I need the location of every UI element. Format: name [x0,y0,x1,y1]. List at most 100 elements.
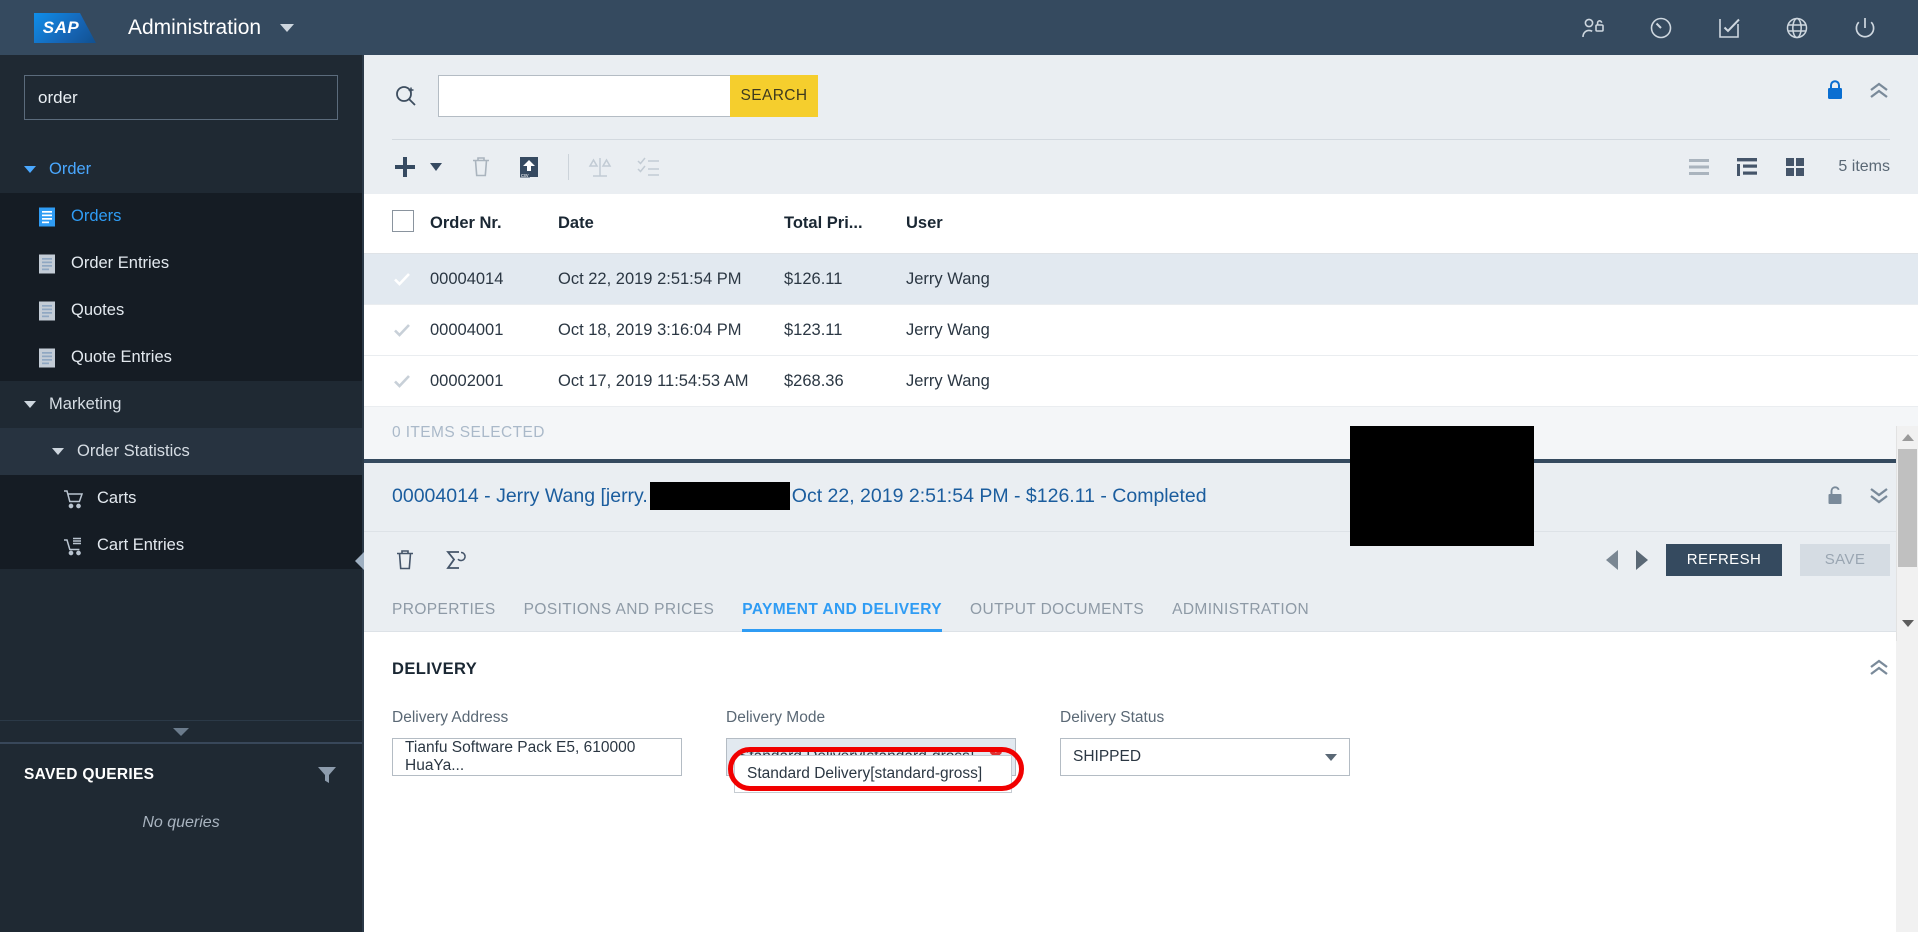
sidebar-spacer [0,569,362,720]
cell-order-nr: 00004001 [430,304,558,356]
unlock-icon[interactable] [1826,484,1844,511]
column-total-price[interactable]: Total Pri... [784,194,906,254]
document-icon [36,300,58,322]
next-record-button[interactable] [1636,549,1648,570]
sidebar-collapse-handle[interactable] [0,720,362,742]
checklist-icon[interactable] [1716,15,1742,41]
history-undo-icon[interactable] [1648,15,1674,41]
sidebar-group-order[interactable]: Order [0,146,362,193]
sidebar-search-input[interactable] [24,75,338,120]
cell-user: Jerry Wang [906,253,1918,305]
sidebar-item-order-entries[interactable]: Order Entries [0,240,362,287]
field-delivery-mode: Delivery Mode Standard Delivery[standard… [726,709,1024,793]
document-icon [36,253,58,275]
field-label: Delivery Address [392,709,509,726]
detail-panel-controls [1826,484,1890,511]
detail-toolbar: REFRESH SAVE [364,531,1918,587]
grid-view-icon[interactable] [1782,154,1808,180]
refresh-button[interactable]: REFRESH [1666,543,1782,576]
delivery-status-select[interactable]: SHIPPED [1060,738,1350,776]
sidebar-group-marketing[interactable]: Marketing [0,381,362,428]
chevron-double-up-icon[interactable] [1868,658,1890,681]
toolbar-separator [568,154,569,180]
table-header-row: Order Nr. Date Total Pri... User [364,194,1918,254]
check-icon [392,371,412,391]
delete-icon[interactable] [468,154,494,180]
column-date[interactable]: Date [558,194,784,254]
sidebar-item-quote-entries[interactable]: Quote Entries [0,334,362,381]
document-blue-icon [36,206,58,228]
recalculate-sigma-icon[interactable] [442,547,468,573]
detail-title-row: 00004014 - Jerry Wang [jerry. Oct 22, 201… [364,463,1918,531]
app-title: Administration [128,15,262,39]
tree-view-icon[interactable] [1734,154,1760,180]
sidebar-item-orders[interactable]: Orders [0,193,362,240]
sidebar-item-cart-entries[interactable]: Cart Entries [0,522,362,569]
sidebar-nav: Order Orders Order Entries Quotes Quote … [0,146,362,569]
sidebar-item-label: Orders [71,207,122,225]
sidebar-stats-items: Carts Cart Entries [0,475,362,569]
chevron-double-up-icon[interactable] [1868,81,1890,99]
funnel-icon[interactable] [316,764,338,786]
export-csv-icon[interactable]: csv [516,154,542,180]
add-icon[interactable] [392,154,418,180]
delivery-section-header: DELIVERY [392,658,1890,681]
previous-record-button[interactable] [1606,549,1618,570]
delivery-section: DELIVERY Delivery Address Tianfu Softwar… [364,632,1918,932]
row-check-cell[interactable] [364,355,430,407]
select-all-checkbox[interactable] [392,210,414,232]
saved-queries-panel: SAVED QUERIES No queries [0,742,362,932]
app-title-wrap[interactable]: Administration [128,16,294,40]
delete-icon[interactable] [392,547,418,573]
search-input[interactable] [438,75,730,117]
delivery-mode-suggestion[interactable]: Standard Delivery[standard-gross] [734,755,1012,793]
table-row[interactable]: 00004014 Oct 22, 2019 2:51:54 PM $126.11… [364,253,1918,305]
table-row[interactable]: 00004001 Oct 18, 2019 3:16:04 PM $123.11… [364,304,1918,356]
tab-output-documents[interactable]: OUTPUT DOCUMENTS [970,587,1144,631]
chevron-down-icon[interactable] [279,23,294,32]
cell-order-nr: 00004014 [430,253,558,305]
scroll-down-arrow[interactable] [1897,612,1918,634]
sidebar-group-order-statistics[interactable]: Order Statistics [0,428,362,475]
lock-icon[interactable] [1826,79,1844,101]
document-icon [36,347,58,369]
user-unlock-icon[interactable] [1580,15,1606,41]
sidebar: Order Orders [0,55,364,932]
table-scrollbar[interactable] [1896,426,1918,641]
table-row[interactable]: 00002001 Oct 17, 2019 11:54:53 AM $268.3… [364,355,1918,407]
cell-date: Oct 22, 2019 2:51:54 PM [558,253,784,305]
cell-user: Jerry Wang [906,304,1918,356]
search-button[interactable]: SEARCH [730,75,818,117]
cell-date: Oct 17, 2019 11:54:53 AM [558,355,784,407]
list-view-icon[interactable] [1686,154,1712,180]
search-box: SEARCH [438,75,818,117]
add-dropdown-caret[interactable] [430,163,442,171]
scroll-thumb[interactable] [1898,449,1917,567]
delivery-address-input[interactable]: Tianfu Software Pack E5, 610000 HuaYa... [392,738,682,776]
globe-icon[interactable] [1784,15,1810,41]
sidebar-resize-handle[interactable] [355,552,364,570]
tab-payment-and-delivery[interactable]: PAYMENT AND DELIVERY [742,587,942,632]
caret-down-icon [24,166,36,173]
row-check-cell[interactable] [364,253,430,305]
cell-user: Jerry Wang [906,355,1918,407]
sidebar-item-quotes[interactable]: Quotes [0,287,362,334]
chevron-double-down-icon[interactable] [1868,486,1890,509]
column-order-nr[interactable]: Order Nr. [430,194,558,254]
sap-logo-text: SAP [42,17,80,37]
sidebar-item-label: Quote Entries [71,348,172,366]
sidebar-item-label: Cart Entries [97,536,185,554]
sidebar-group-label: Order [49,160,92,178]
items-count: 5 items [1838,158,1890,175]
sidebar-item-carts[interactable]: Carts [0,475,362,522]
tab-administration[interactable]: ADMINISTRATION [1172,587,1309,631]
cell-price: $123.11 [784,304,906,356]
save-button[interactable]: SAVE [1800,543,1890,576]
column-user[interactable]: User [906,194,1918,254]
power-icon[interactable] [1852,15,1878,41]
tab-properties[interactable]: PROPERTIES [392,587,496,631]
row-check-cell[interactable] [364,304,430,356]
search-add-icon[interactable] [392,82,420,110]
tab-positions-and-prices[interactable]: POSITIONS AND PRICES [524,587,715,631]
scroll-up-arrow[interactable] [1897,426,1918,448]
